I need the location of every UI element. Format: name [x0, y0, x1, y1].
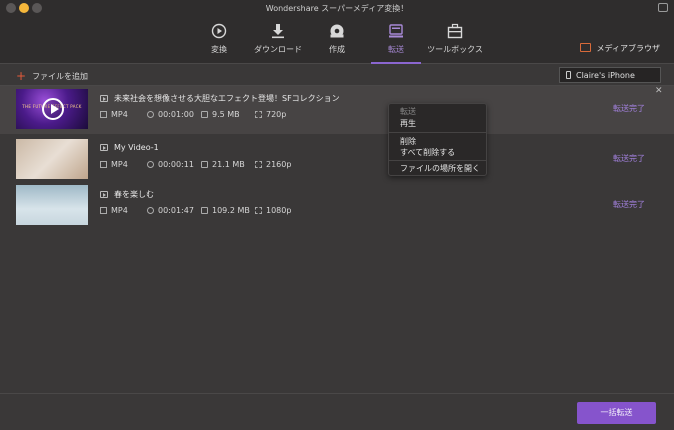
- footer-bar: 一括転送: [0, 393, 674, 430]
- transfer-status: 転送完了: [613, 154, 645, 163]
- add-file-label: ファイルを追加: [32, 72, 89, 81]
- file-resolution-value: 2160p: [266, 160, 292, 169]
- video-thumbnail[interactable]: THE FUTURE EFFECT PACK: [16, 89, 88, 129]
- menu-item-delete-all[interactable]: すべて削除する: [400, 147, 455, 158]
- tab-convert[interactable]: 変換: [202, 16, 236, 64]
- file-duration: 00:01:00: [147, 110, 194, 119]
- file-duration-value: 00:01:00: [158, 110, 194, 119]
- media-browser-label: メディアブラウザ: [596, 44, 660, 53]
- tab-convert-label: 変換: [211, 45, 227, 54]
- download-icon: [272, 24, 284, 39]
- file-duration: 00:00:11: [147, 160, 194, 169]
- file-resolution-value: 720p: [266, 110, 287, 119]
- menu-item-play[interactable]: 再生: [400, 118, 416, 129]
- main-toolbar: 変換 ダウンロード 作成 転送 ツールボックス メディアブラウザ: [0, 16, 674, 64]
- action-bar: + ファイルを追加 Claire's iPhone: [0, 64, 674, 86]
- folder-icon: [201, 111, 208, 118]
- video-thumbnail[interactable]: [16, 139, 88, 179]
- tab-download[interactable]: ダウンロード: [252, 16, 304, 64]
- batch-transfer-button[interactable]: 一括転送: [577, 402, 656, 424]
- tab-burn[interactable]: 作成: [322, 16, 352, 64]
- media-browser-button[interactable]: メディアブラウザ: [579, 43, 660, 54]
- film-icon: [100, 161, 107, 168]
- remove-file-icon[interactable]: ✕: [655, 86, 663, 96]
- film-icon: [100, 111, 107, 118]
- file-resolution-value: 1080p: [266, 206, 292, 215]
- file-name: My Video-1: [114, 143, 159, 152]
- context-menu: 転送 再生 削除 すべて削除する ファイルの場所を開く: [388, 103, 487, 176]
- film-icon: [100, 207, 107, 214]
- resolution-icon: [255, 207, 262, 214]
- file-row[interactable]: THE FUTURE EFFECT PACK 未来社会を想像させる大胆なエフェク…: [0, 86, 674, 134]
- tab-toolbox[interactable]: ツールボックス: [424, 16, 486, 64]
- tab-burn-label: 作成: [329, 45, 345, 54]
- menu-item-delete[interactable]: 削除: [400, 136, 416, 147]
- file-name-line: My Video-1: [100, 143, 159, 152]
- menu-separator: [389, 160, 486, 161]
- burn-icon: [330, 24, 344, 38]
- resolution-icon: [255, 161, 262, 168]
- folder-icon: [201, 161, 208, 168]
- file-format: MP4: [100, 110, 128, 119]
- file-size: 109.2 MB: [201, 206, 250, 215]
- tab-transfer-label: 転送: [388, 45, 404, 54]
- menu-separator: [389, 132, 486, 133]
- transfer-icon: [389, 24, 403, 38]
- transfer-status: 転送完了: [613, 104, 645, 113]
- video-icon: [100, 95, 108, 102]
- menu-item-transfer: 転送: [400, 107, 416, 116]
- file-size-value: 109.2 MB: [212, 206, 250, 215]
- video-icon: [100, 191, 108, 198]
- folder-icon: [579, 43, 591, 52]
- file-duration-value: 00:00:11: [158, 160, 194, 169]
- file-resolution: 2160p: [255, 160, 291, 169]
- file-duration: 00:01:47: [147, 206, 194, 215]
- file-size: 9.5 MB: [201, 110, 240, 119]
- file-size: 21.1 MB: [201, 160, 245, 169]
- video-thumbnail[interactable]: [16, 185, 88, 225]
- file-duration-value: 00:01:47: [158, 206, 194, 215]
- video-icon: [100, 144, 108, 151]
- file-format: MP4: [100, 160, 128, 169]
- resolution-icon: [255, 111, 262, 118]
- file-resolution: 720p: [255, 110, 286, 119]
- tab-toolbox-label: ツールボックス: [427, 45, 483, 54]
- convert-icon: [211, 23, 227, 39]
- file-resolution: 1080p: [255, 206, 291, 215]
- add-file-button[interactable]: + ファイルを追加: [16, 69, 88, 83]
- tab-download-label: ダウンロード: [254, 45, 302, 54]
- window-title: Wondershare スーパーメディア変換！: [265, 4, 409, 13]
- message-icon[interactable]: [658, 3, 668, 12]
- device-selector[interactable]: Claire's iPhone: [559, 67, 661, 83]
- file-size-value: 21.1 MB: [212, 160, 245, 169]
- file-name-line: 未来社会を想像させる大胆なエフェクト登場！SFコレクション: [100, 93, 340, 104]
- plus-icon: +: [16, 69, 27, 83]
- title-bar: Wondershare スーパーメディア変換！: [0, 0, 674, 16]
- file-format-value: MP4: [111, 160, 128, 169]
- file-name-line: 春を楽しむ: [100, 189, 154, 200]
- folder-icon: [201, 207, 208, 214]
- play-icon[interactable]: [42, 98, 64, 120]
- tab-transfer[interactable]: 転送: [371, 16, 421, 64]
- clock-icon: [147, 111, 154, 118]
- device-name: Claire's iPhone: [576, 71, 635, 80]
- clock-icon: [147, 161, 154, 168]
- file-row[interactable]: 春を楽しむ MP4 00:01:47 109.2 MB 1080p 転送完了: [0, 182, 674, 228]
- file-name: 春を楽しむ: [114, 190, 154, 199]
- file-row[interactable]: My Video-1 MP4 00:00:11 21.1 MB 2160p 転送…: [0, 136, 674, 182]
- file-format: MP4: [100, 206, 128, 215]
- phone-icon: [566, 71, 571, 79]
- file-format-value: MP4: [111, 110, 128, 119]
- file-size-value: 9.5 MB: [212, 110, 240, 119]
- clock-icon: [147, 207, 154, 214]
- transfer-status: 転送完了: [613, 200, 645, 209]
- toolbox-icon: [447, 23, 463, 39]
- file-format-value: MP4: [111, 206, 128, 215]
- file-name: 未来社会を想像させる大胆なエフェクト登場！SFコレクション: [114, 94, 340, 103]
- menu-item-open-location[interactable]: ファイルの場所を開く: [400, 163, 480, 174]
